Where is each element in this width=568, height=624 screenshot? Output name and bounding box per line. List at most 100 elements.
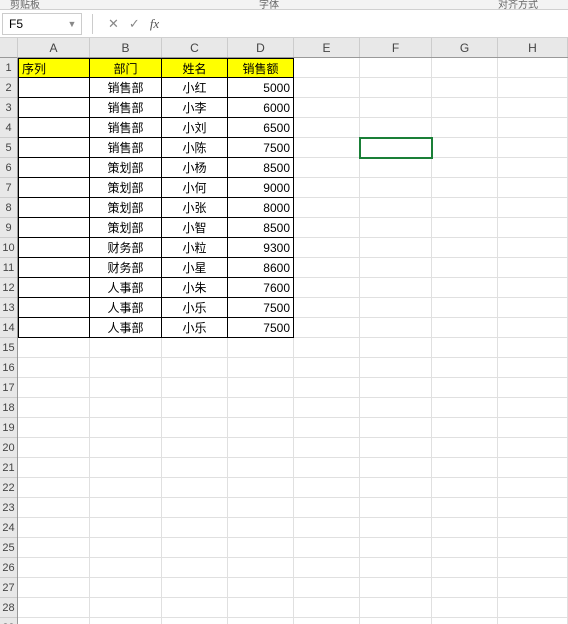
cell-G28[interactable] xyxy=(432,598,498,618)
cell-H21[interactable] xyxy=(498,458,568,478)
cell-D17[interactable] xyxy=(228,378,294,398)
cell-B29[interactable] xyxy=(90,618,162,624)
cell-E24[interactable] xyxy=(294,518,360,538)
cell-H6[interactable] xyxy=(498,158,568,178)
cell-B21[interactable] xyxy=(90,458,162,478)
cell-H2[interactable] xyxy=(498,78,568,98)
cell-F6[interactable] xyxy=(360,158,432,178)
cell-A7[interactable] xyxy=(18,178,90,198)
cell-G23[interactable] xyxy=(432,498,498,518)
cell-A18[interactable] xyxy=(18,398,90,418)
cell-D24[interactable] xyxy=(228,518,294,538)
cell-E5[interactable] xyxy=(294,138,360,158)
row-header-23[interactable]: 23 xyxy=(0,498,17,518)
cell-G15[interactable] xyxy=(432,338,498,358)
cell-E18[interactable] xyxy=(294,398,360,418)
cell-E3[interactable] xyxy=(294,98,360,118)
cell-G10[interactable] xyxy=(432,238,498,258)
cell-C22[interactable] xyxy=(162,478,228,498)
cell-A19[interactable] xyxy=(18,418,90,438)
cell-D22[interactable] xyxy=(228,478,294,498)
cell-F18[interactable] xyxy=(360,398,432,418)
cell-F15[interactable] xyxy=(360,338,432,358)
cell-D20[interactable] xyxy=(228,438,294,458)
row-header-21[interactable]: 21 xyxy=(0,458,17,478)
col-header-B[interactable]: B xyxy=(90,38,162,57)
cell-C1[interactable]: 姓名 xyxy=(162,58,228,78)
cell-E19[interactable] xyxy=(294,418,360,438)
cell-H3[interactable] xyxy=(498,98,568,118)
cell-D2[interactable]: 5000 xyxy=(228,78,294,98)
cell-D12[interactable]: 7600 xyxy=(228,278,294,298)
cell-C15[interactable] xyxy=(162,338,228,358)
formula-input[interactable] xyxy=(164,13,568,35)
cell-A3[interactable] xyxy=(18,98,90,118)
cell-F27[interactable] xyxy=(360,578,432,598)
cell-H23[interactable] xyxy=(498,498,568,518)
cell-G11[interactable] xyxy=(432,258,498,278)
cell-G17[interactable] xyxy=(432,378,498,398)
cell-D8[interactable]: 8000 xyxy=(228,198,294,218)
cell-B15[interactable] xyxy=(90,338,162,358)
cell-C12[interactable]: 小朱 xyxy=(162,278,228,298)
cell-F5[interactable] xyxy=(360,138,432,158)
row-header-1[interactable]: 1 xyxy=(0,58,17,78)
cell-F2[interactable] xyxy=(360,78,432,98)
select-all-corner[interactable] xyxy=(0,38,18,58)
cell-C27[interactable] xyxy=(162,578,228,598)
cell-C18[interactable] xyxy=(162,398,228,418)
cell-A4[interactable] xyxy=(18,118,90,138)
cell-G20[interactable] xyxy=(432,438,498,458)
cell-A20[interactable] xyxy=(18,438,90,458)
row-header-20[interactable]: 20 xyxy=(0,438,17,458)
cell-D10[interactable]: 9300 xyxy=(228,238,294,258)
cell-A5[interactable] xyxy=(18,138,90,158)
row-header-19[interactable]: 19 xyxy=(0,418,17,438)
cell-D14[interactable]: 7500 xyxy=(228,318,294,338)
cell-D18[interactable] xyxy=(228,398,294,418)
cell-F22[interactable] xyxy=(360,478,432,498)
cell-F9[interactable] xyxy=(360,218,432,238)
cell-H4[interactable] xyxy=(498,118,568,138)
cell-A23[interactable] xyxy=(18,498,90,518)
cell-E23[interactable] xyxy=(294,498,360,518)
cell-B19[interactable] xyxy=(90,418,162,438)
cell-G18[interactable] xyxy=(432,398,498,418)
cell-G25[interactable] xyxy=(432,538,498,558)
row-header-22[interactable]: 22 xyxy=(0,478,17,498)
cell-H8[interactable] xyxy=(498,198,568,218)
row-header-8[interactable]: 8 xyxy=(0,198,17,218)
cell-B9[interactable]: 策划部 xyxy=(90,218,162,238)
cell-H12[interactable] xyxy=(498,278,568,298)
row-header-9[interactable]: 9 xyxy=(0,218,17,238)
cell-F10[interactable] xyxy=(360,238,432,258)
cell-F8[interactable] xyxy=(360,198,432,218)
cell-D7[interactable]: 9000 xyxy=(228,178,294,198)
cell-E11[interactable] xyxy=(294,258,360,278)
cell-A11[interactable] xyxy=(18,258,90,278)
cell-H15[interactable] xyxy=(498,338,568,358)
cell-H16[interactable] xyxy=(498,358,568,378)
cell-A12[interactable] xyxy=(18,278,90,298)
cell-G26[interactable] xyxy=(432,558,498,578)
cell-G2[interactable] xyxy=(432,78,498,98)
cell-B6[interactable]: 策划部 xyxy=(90,158,162,178)
row-header-7[interactable]: 7 xyxy=(0,178,17,198)
col-header-C[interactable]: C xyxy=(162,38,228,57)
cell-H13[interactable] xyxy=(498,298,568,318)
cell-A28[interactable] xyxy=(18,598,90,618)
cell-C20[interactable] xyxy=(162,438,228,458)
cell-H14[interactable] xyxy=(498,318,568,338)
cell-D23[interactable] xyxy=(228,498,294,518)
cell-C19[interactable] xyxy=(162,418,228,438)
cell-G12[interactable] xyxy=(432,278,498,298)
row-header-16[interactable]: 16 xyxy=(0,358,17,378)
cell-B4[interactable]: 销售部 xyxy=(90,118,162,138)
cell-C21[interactable] xyxy=(162,458,228,478)
cell-H1[interactable] xyxy=(498,58,568,78)
row-header-11[interactable]: 11 xyxy=(0,258,17,278)
cell-H24[interactable] xyxy=(498,518,568,538)
cell-C28[interactable] xyxy=(162,598,228,618)
cell-G4[interactable] xyxy=(432,118,498,138)
cell-B11[interactable]: 财务部 xyxy=(90,258,162,278)
